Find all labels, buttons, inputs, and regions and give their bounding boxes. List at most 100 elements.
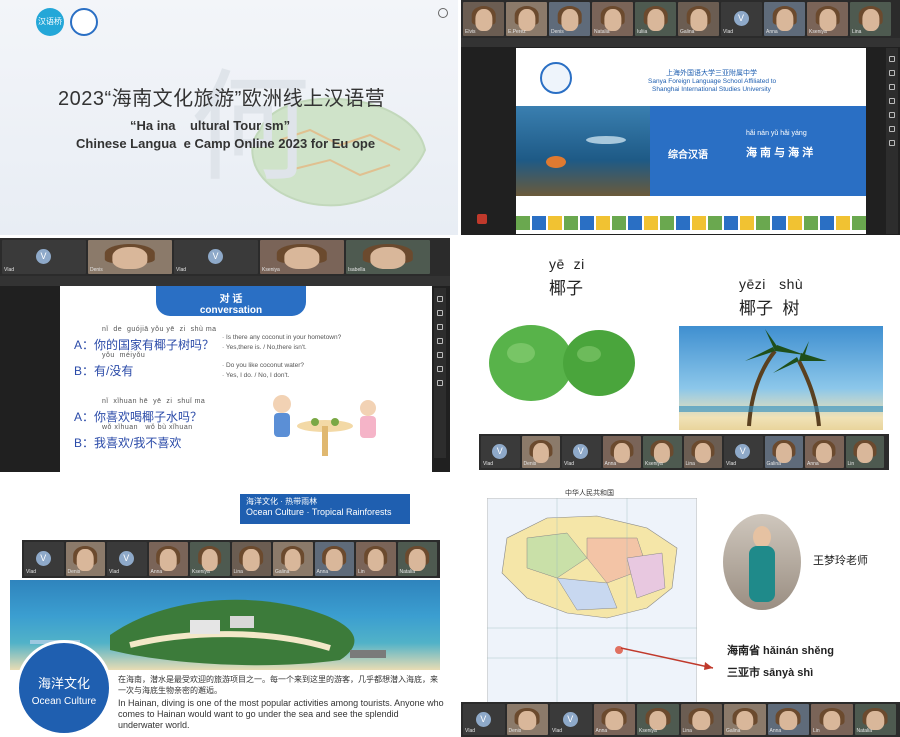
ocean-body-en: In Hainan, diving is one of the most pop… — [118, 698, 444, 730]
participant-tile[interactable]: V Vlad — [550, 704, 592, 735]
participant-tile[interactable]: Lina — [683, 436, 722, 468]
participant-tile[interactable]: V Vlad — [2, 240, 86, 274]
participant-name: Vlad — [483, 461, 494, 467]
participant-face — [689, 9, 708, 31]
annotation-toolbar[interactable] — [434, 288, 446, 458]
participant-name: Vlad — [4, 267, 15, 273]
participant-tile[interactable]: V Vlad — [724, 436, 763, 468]
participant-tile[interactable]: Denis — [521, 436, 560, 468]
participant-tile[interactable]: Denis — [65, 542, 105, 576]
participant-tile[interactable]: V Vlad — [721, 2, 762, 36]
badge-cn: 海洋文化 — [37, 676, 90, 691]
badge-en: Ocean Culture — [31, 696, 97, 707]
participant-tile[interactable]: V Vlad — [562, 436, 601, 468]
teacher-name: 王梦玲老师 — [813, 555, 868, 567]
participant-tile[interactable]: Lina — [231, 542, 271, 576]
participant-face — [560, 9, 579, 31]
avatar: V — [733, 11, 749, 26]
q2-text: A：你喜欢喝椰子水吗？ — [74, 410, 203, 424]
participant-face — [517, 9, 536, 31]
participant-name: Lina — [682, 728, 692, 734]
school-name-en-2: Shanghai International Studies Universit… — [652, 86, 771, 93]
participant-tile[interactable]: Anna — [314, 542, 354, 576]
participant-tile[interactable]: V Vlad — [24, 542, 64, 576]
participant-tile[interactable]: E.Perez — [506, 2, 547, 36]
participant-name: Kseniya — [645, 461, 663, 467]
participant-tile[interactable]: Anna — [602, 436, 641, 468]
participant-tile[interactable]: Lina — [680, 704, 722, 735]
participant-face — [242, 549, 260, 571]
meeting-bar — [0, 276, 450, 286]
participant-tile[interactable]: Galina — [764, 436, 803, 468]
window-control-icon[interactable] — [438, 8, 448, 18]
participant-strip: Elvis E.Perez Denis Natalia Iuliia Galina V Vla… — [461, 0, 900, 38]
participant-tile[interactable]: Kseniya — [260, 240, 344, 274]
participant-tile[interactable]: Natalia — [592, 2, 633, 36]
panel-map-slide: 中华人民共和国 王梦玲老师 海南省 hǎinán shěng 三亚市 sānyà… — [461, 484, 900, 737]
participant-tile[interactable]: Kseniya — [637, 704, 679, 735]
participant-face — [856, 443, 873, 463]
province-label: 海南省 hǎinán shěng — [727, 645, 834, 657]
participant-tile[interactable]: Anna — [805, 436, 844, 468]
participant-tile[interactable]: Denis — [506, 704, 548, 735]
participant-tile[interactable]: Lin — [845, 436, 884, 468]
participant-name: Vlad — [26, 569, 37, 575]
participant-tile[interactable]: Anna — [767, 704, 809, 735]
q2-en-1: · Do you like coconut water? — [222, 362, 305, 369]
participant-face — [816, 443, 833, 463]
participant-face — [654, 443, 671, 463]
ocean-body-cn: 在海南，潜水是最受欢迎的旅游项目之一。每一个来到这里的游客，几乎都想潜入海底，来… — [118, 675, 438, 695]
participant-tile[interactable]: Elvis — [463, 2, 504, 36]
participant-tile[interactable]: Lin — [356, 542, 396, 576]
participant-tile[interactable]: Kseniya — [190, 542, 230, 576]
ocean-banner-en: Ocean Culture · Tropical Rainforests — [246, 507, 392, 517]
participant-face — [532, 443, 549, 463]
participant-face — [408, 549, 426, 571]
q1-text: A：你的国家有椰子树吗？ — [74, 338, 215, 352]
map-title: 中华人民共和国 — [565, 490, 614, 497]
annotation-toolbar[interactable] — [886, 48, 898, 234]
participant-name: Vlad — [465, 728, 476, 734]
participant-tile[interactable]: Kseniya — [807, 2, 848, 36]
participant-tile[interactable]: Galina — [273, 542, 313, 576]
school-emblem — [540, 62, 572, 94]
participant-name: Galina — [275, 569, 290, 575]
participant-face — [694, 443, 711, 463]
participant-tile[interactable]: Galina — [678, 2, 719, 36]
participant-tile[interactable]: V Vlad — [463, 704, 505, 735]
participant-strip: V Vlad Denis V Vlad Anna Kseniya Lina Galina Anna… — [461, 702, 900, 737]
participant-face — [779, 710, 797, 731]
record-icon[interactable] — [477, 214, 487, 224]
participant-tile[interactable]: Lin — [811, 704, 853, 735]
participant-tile[interactable]: Denis — [88, 240, 172, 274]
participant-face — [823, 710, 841, 731]
participant-tile[interactable]: Anna — [593, 704, 635, 735]
participant-tile[interactable]: Kseniya — [643, 436, 682, 468]
participant-tile[interactable]: V Vlad — [107, 542, 147, 576]
pointer-arrow — [620, 647, 714, 670]
participant-name: Iuliia — [637, 29, 648, 35]
participant-tile[interactable]: Denis — [549, 2, 590, 36]
avatar: V — [36, 249, 51, 264]
decorative-tile-row — [516, 216, 866, 230]
participant-tile[interactable]: Natalia — [854, 704, 896, 735]
palm-tree-image — [679, 326, 883, 430]
conversation-header: 对 话 conversation — [156, 286, 306, 316]
participant-tile[interactable]: Lina — [850, 2, 891, 36]
logo-label: 汉语桥 — [38, 17, 62, 26]
participant-tile[interactable]: Galina — [724, 704, 766, 735]
underwater-image — [516, 106, 650, 196]
participant-face — [76, 549, 94, 571]
participant-tile[interactable]: Iuliia — [635, 2, 676, 36]
participant-tile[interactable]: Anna — [764, 2, 805, 36]
cartoon-children-illustration — [273, 395, 376, 456]
participant-tile[interactable]: V Vlad — [174, 240, 258, 274]
participant-tile[interactable]: Isabella — [346, 240, 430, 274]
participant-tile[interactable]: Natalia — [397, 542, 437, 576]
lesson-banner: 综合汉语 hǎi nán yǔ hǎi yáng 海 南 与 海 洋 — [650, 106, 866, 196]
participant-name: Galina — [726, 728, 741, 734]
participant-tile[interactable]: V Vlad — [481, 436, 520, 468]
participant-strip: V Vlad Denis V Vlad Anna Kseniya Lina V Vlad Galin… — [479, 434, 889, 470]
panel-ocean-culture-slide: 海洋文化 · 热带雨林 Ocean Culture · Tropical Rai… — [0, 484, 450, 737]
participant-tile[interactable]: Anna — [148, 542, 188, 576]
